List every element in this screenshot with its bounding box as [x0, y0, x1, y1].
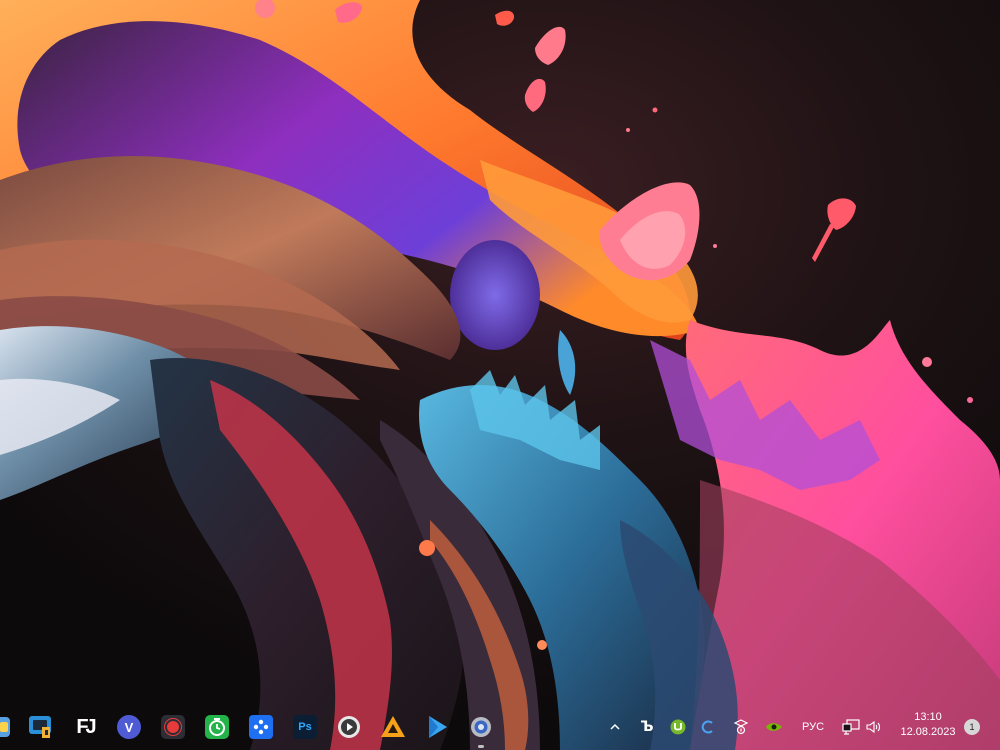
media-player-icon[interactable] [334, 712, 364, 742]
screen-capture-app-icon[interactable] [26, 712, 56, 742]
fl-studio-glyph: FJ [76, 715, 96, 738]
tray-utorrent-icon[interactable] [668, 715, 688, 739]
partial-app-icon-glyph [0, 717, 10, 737]
photoshop-icon[interactable]: Ps [290, 712, 320, 742]
tray-nvidia-icon[interactable] [763, 715, 785, 739]
photoshop-glyph: Ps [293, 715, 317, 739]
screen-recorder-icon[interactable] [158, 712, 188, 742]
timer-icon [205, 715, 229, 739]
taskbar-clock[interactable]: 13:10 12.08.2023 [895, 710, 961, 740]
record-icon [161, 715, 185, 739]
play-triangle-icon [429, 716, 447, 738]
nvidia-icon [766, 723, 782, 731]
tray-overflow-chevron[interactable] [606, 715, 624, 739]
tray-browser-icon[interactable]: Ъ [637, 715, 657, 739]
chevron-up-icon [610, 723, 620, 730]
desktop: FJ V Ps Ъ РУС 13:10 12.08.2023 1 [0, 0, 1000, 750]
viber-icon[interactable]: V [114, 712, 144, 742]
network-monitor-icon [842, 719, 860, 735]
gamepad-app-icon[interactable] [246, 712, 276, 742]
utorrent-icon [670, 719, 686, 735]
tray-language-indicator[interactable]: РУС [798, 715, 828, 739]
play-store-icon[interactable] [422, 712, 452, 742]
viber-glyph: V [117, 715, 141, 739]
running-indicator [478, 745, 484, 748]
browser-glyph: Ъ [640, 719, 654, 735]
settings-gear-icon[interactable] [466, 712, 496, 748]
aimp-icon[interactable] [378, 712, 408, 742]
desktop-wallpaper [0, 0, 1000, 750]
language-label: РУС [801, 721, 825, 733]
partial-app-icon[interactable] [0, 712, 14, 742]
clock-time: 13:10 [914, 711, 942, 723]
tray-volume-icon[interactable] [864, 715, 884, 739]
aimp-triangle-icon [381, 716, 405, 737]
screen-capture-icon [29, 716, 51, 738]
taskbar: FJ V Ps Ъ РУС 13:10 12.08.2023 1 [0, 704, 1000, 750]
tray-network-icon[interactable] [840, 715, 862, 739]
clock-app-icon[interactable] [202, 712, 232, 742]
fl-studio-icon[interactable]: FJ [70, 712, 100, 742]
notification-badge[interactable]: 1 [964, 719, 980, 735]
tray-sync-icon[interactable] [698, 715, 718, 739]
sync-arc-icon [701, 720, 713, 734]
clock-date: 12.08.2023 [900, 726, 956, 738]
gear-icon [471, 717, 491, 737]
play-circle-icon [338, 716, 360, 738]
speaker-icon [866, 720, 881, 734]
update-icon [733, 719, 749, 735]
tray-update-icon[interactable] [730, 715, 752, 739]
gamepad-icon [249, 715, 273, 739]
